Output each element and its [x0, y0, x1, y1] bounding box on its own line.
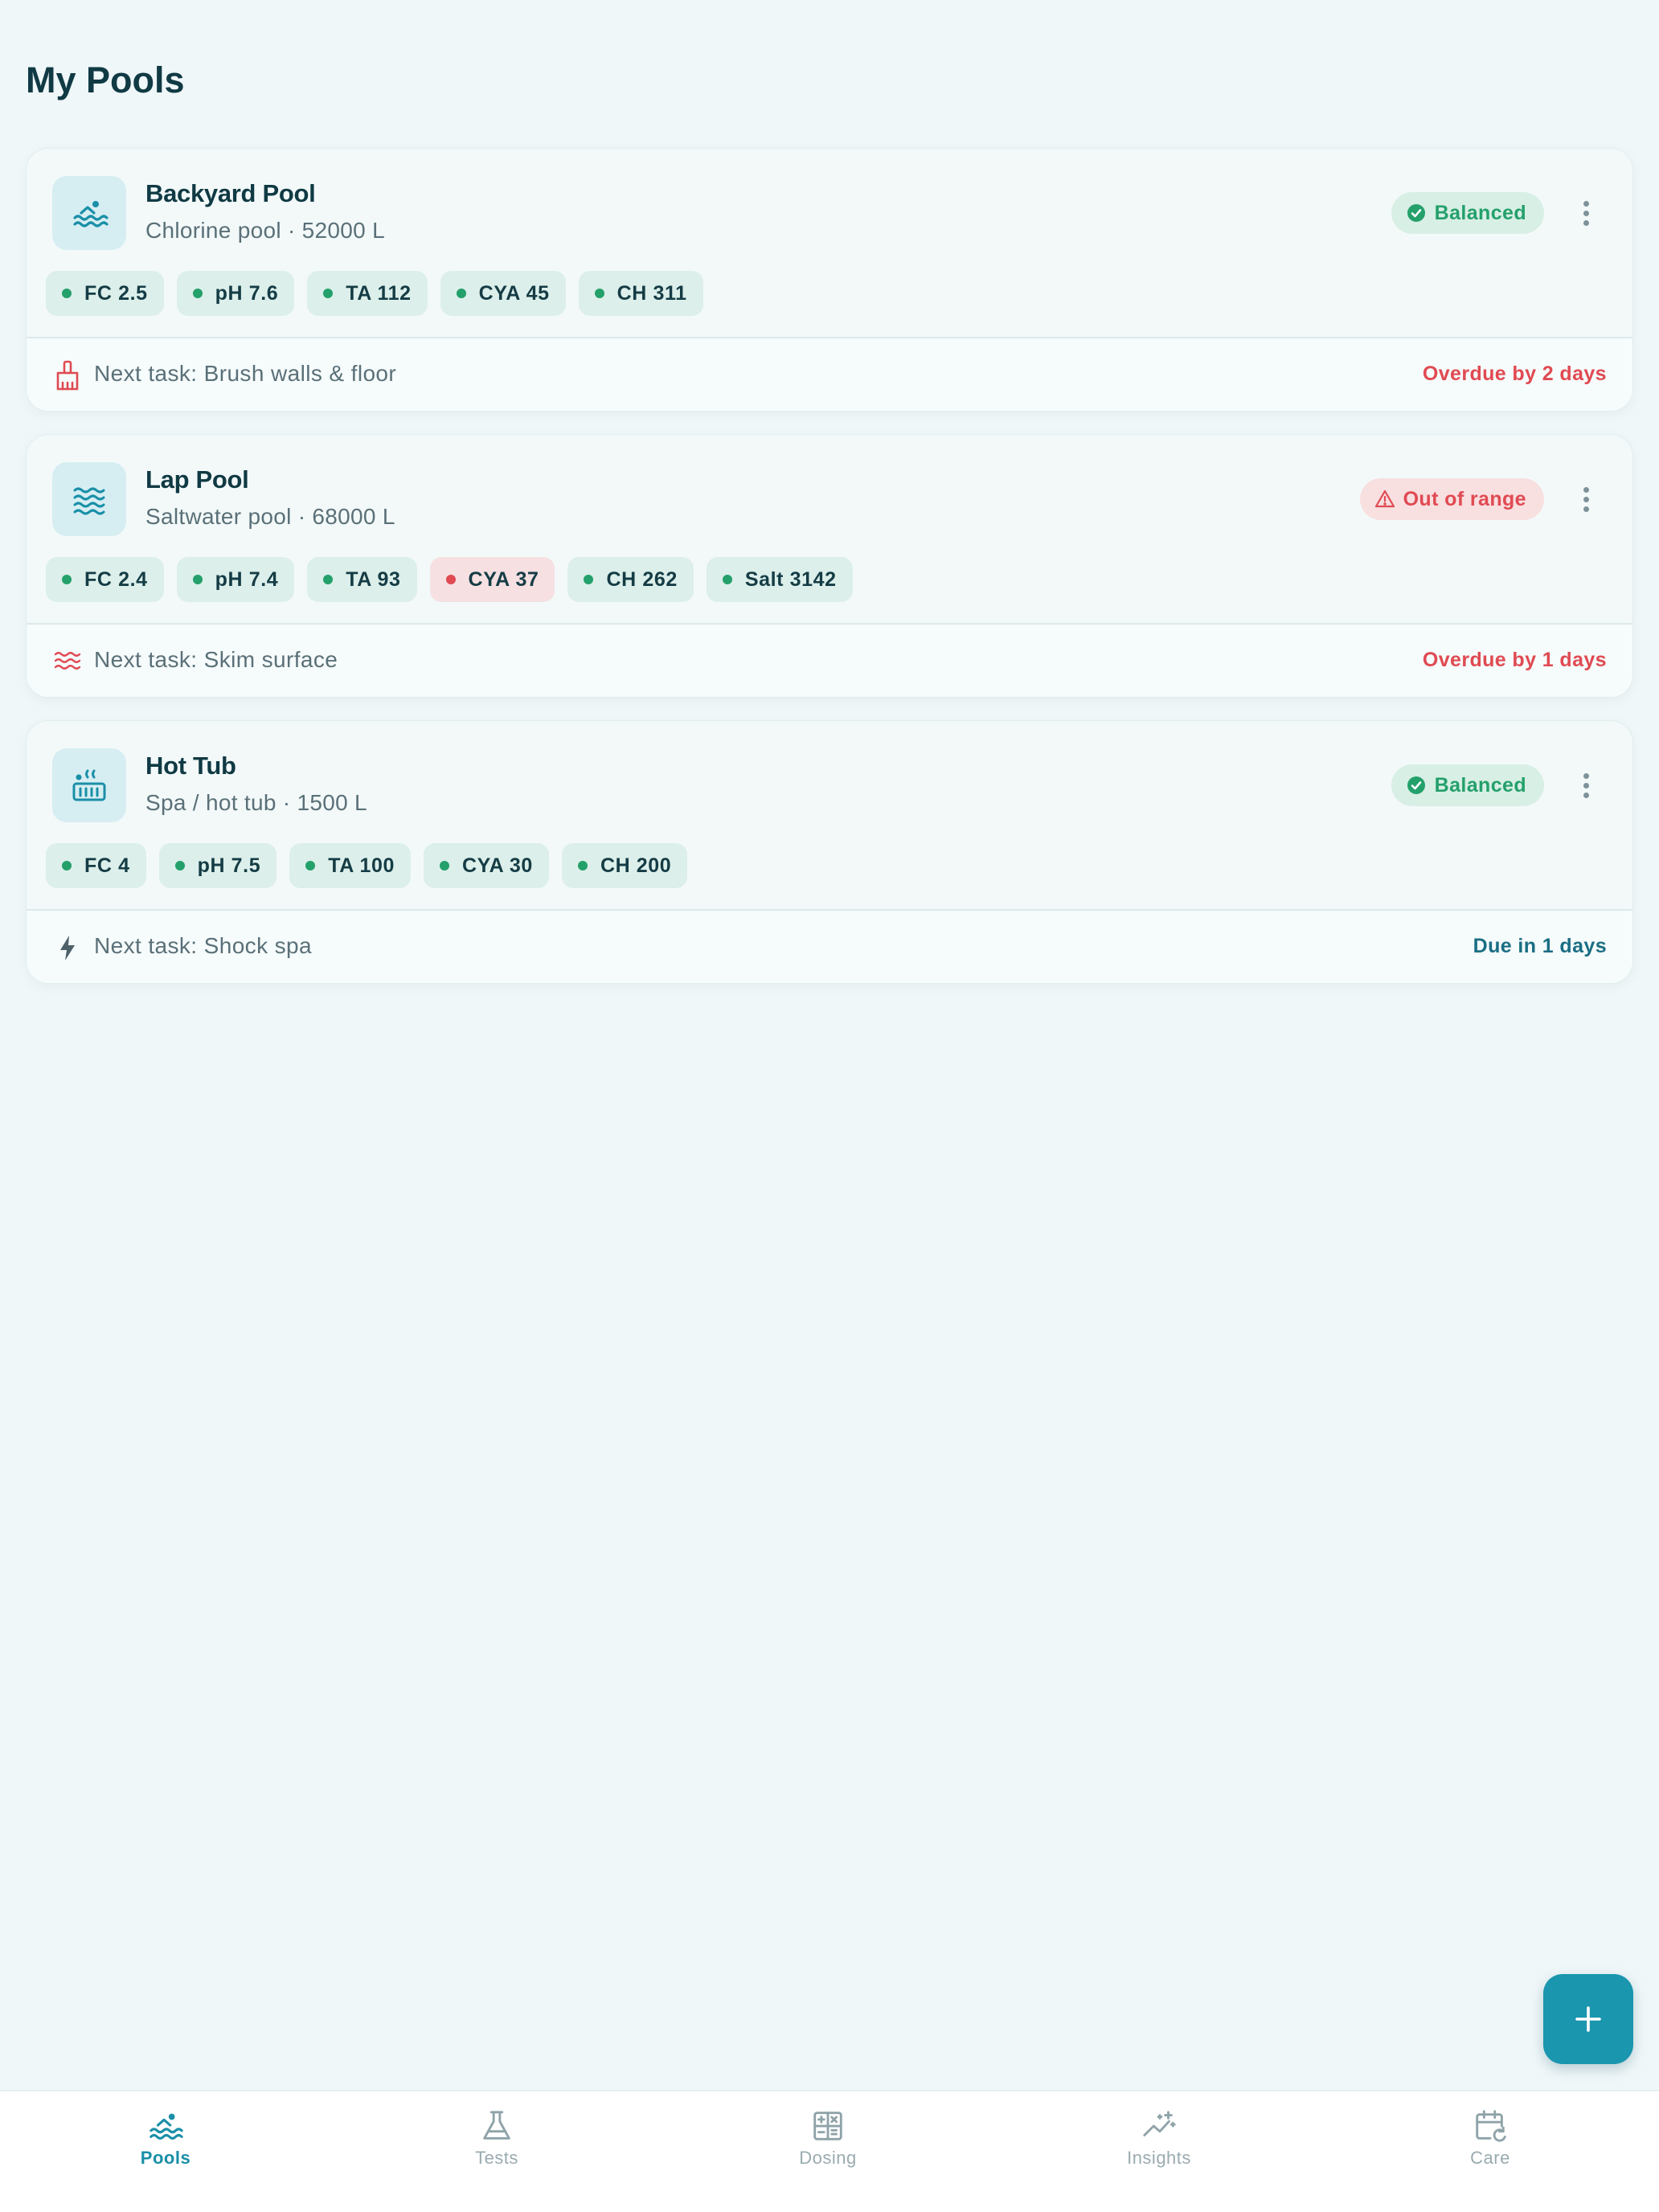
next-task-label: Next task: Brush walls & floor [94, 361, 397, 386]
reading-chips: FC 2.5 pH 7.6 TA 112 CYA 45 CH 311 [46, 271, 703, 316]
status-badge: Balanced [1391, 764, 1544, 806]
nav-item-tests[interactable]: Tests [331, 2091, 662, 2212]
status-label: Balanced [1434, 201, 1526, 224]
reading-chip-ph[interactable]: pH 7.6 [176, 271, 295, 316]
reading-chip-ph[interactable]: pH 7.4 [176, 557, 295, 602]
next-task-row[interactable]: Next task: Skim surface Overdue by 1 day… [27, 625, 1632, 697]
check-circle-icon [1407, 776, 1425, 794]
pools-screen: My Pools Backyard Pool Chlorine pool · 5… [0, 0, 1659, 2212]
calculator-icon [813, 2112, 842, 2140]
reading-chip-ch[interactable]: CH 311 [578, 271, 703, 316]
nav-label: Tests [475, 2148, 518, 2168]
more-options-button[interactable] [1571, 480, 1600, 518]
pool-name: Lap Pool [145, 465, 249, 494]
pool-name: Backyard Pool [145, 179, 316, 207]
reading-chip-salt[interactable]: Salt 3142 [706, 557, 853, 602]
reading-chip-ta[interactable]: TA 93 [307, 557, 417, 602]
reading-chip-cya[interactable]: CYA 45 [440, 271, 566, 316]
more-options-button[interactable] [1571, 194, 1600, 232]
nav-label: Pools [140, 2148, 191, 2168]
waves-icon [52, 645, 83, 678]
nav-item-dosing[interactable]: Dosing [662, 2091, 993, 2212]
reading-chips: FC 2.4 pH 7.4 TA 93 CYA 37 CH 262 Salt 3… [46, 557, 853, 602]
nav-label: Insights [1127, 2148, 1191, 2168]
pool-card-hot-tub[interactable]: Hot Tub Spa / hot tub · 1500 L Balanced … [26, 720, 1633, 984]
reading-chip-ch[interactable]: CH 200 [561, 843, 688, 888]
reading-chip-ch[interactable]: CH 262 [567, 557, 694, 602]
task-due-label: Overdue by 1 days [1422, 649, 1607, 671]
bolt-icon [52, 932, 83, 964]
next-task-label: Next task: Shock spa [94, 933, 313, 958]
reading-chip-fc[interactable]: FC 4 [46, 843, 146, 888]
check-circle-icon [1407, 204, 1425, 222]
reading-chip-cya[interactable]: CYA 30 [424, 843, 549, 888]
reading-chip-ta[interactable]: TA 112 [307, 271, 428, 316]
next-task-row[interactable]: Next task: Brush walls & floor Overdue b… [27, 338, 1632, 411]
pool-card-lap[interactable]: Lap Pool Saltwater pool · 68000 L Out of… [26, 434, 1633, 698]
task-due-label: Overdue by 2 days [1422, 363, 1607, 385]
status-label: Out of range [1403, 487, 1526, 510]
bottom-navigation: Pools Tests Dosing Insights Care [0, 2090, 1659, 2212]
reading-chip-fc[interactable]: FC 2.5 [46, 271, 164, 316]
page-title: My Pools [26, 59, 185, 100]
pool-subtitle: Saltwater pool · 68000 L [145, 504, 395, 529]
warning-icon [1374, 490, 1395, 508]
task-due-label: Due in 1 days [1473, 935, 1607, 957]
more-vert-icon [1583, 200, 1589, 207]
nav-label: Care [1470, 2148, 1510, 2168]
swimmer-icon [52, 176, 126, 250]
status-badge: Out of range [1359, 478, 1544, 520]
brush-icon [52, 359, 83, 391]
swimmer-icon [150, 2113, 183, 2140]
next-task-row[interactable]: Next task: Shock spa Due in 1 days [27, 911, 1632, 983]
nav-label: Dosing [799, 2148, 857, 2168]
pool-subtitle: Chlorine pool · 52000 L [145, 218, 385, 243]
nav-item-insights[interactable]: Insights [993, 2091, 1325, 2212]
reading-chips: FC 4 pH 7.5 TA 100 CYA 30 CH 200 [46, 843, 688, 888]
plus-icon [1575, 2006, 1601, 2032]
status-badge: Balanced [1391, 192, 1544, 234]
nav-item-pools[interactable]: Pools [0, 2091, 331, 2212]
nav-item-care[interactable]: Care [1325, 2091, 1656, 2212]
more-options-button[interactable] [1571, 766, 1600, 805]
pool-name: Hot Tub [145, 752, 236, 780]
hot-tub-icon [52, 748, 126, 822]
calendar-refresh-icon [1476, 2110, 1506, 2142]
reading-chip-ta[interactable]: TA 100 [289, 843, 412, 888]
more-vert-icon [1583, 486, 1589, 493]
more-vert-icon [1583, 772, 1589, 779]
next-task-label: Next task: Skim surface [94, 647, 338, 672]
reading-chip-cya[interactable]: CYA 37 [429, 557, 555, 602]
waves-icon [52, 462, 126, 536]
reading-chip-fc[interactable]: FC 2.4 [46, 557, 164, 602]
pool-card-backyard[interactable]: Backyard Pool Chlorine pool · 52000 L Ba… [26, 148, 1633, 412]
sparkle-chart-icon [1143, 2111, 1176, 2136]
reading-chip-ph[interactable]: pH 7.5 [158, 843, 277, 888]
flask-icon [483, 2111, 510, 2140]
status-label: Balanced [1434, 773, 1526, 797]
pool-subtitle: Spa / hot tub · 1500 L [145, 790, 367, 815]
add-pool-button[interactable] [1543, 1974, 1633, 2064]
